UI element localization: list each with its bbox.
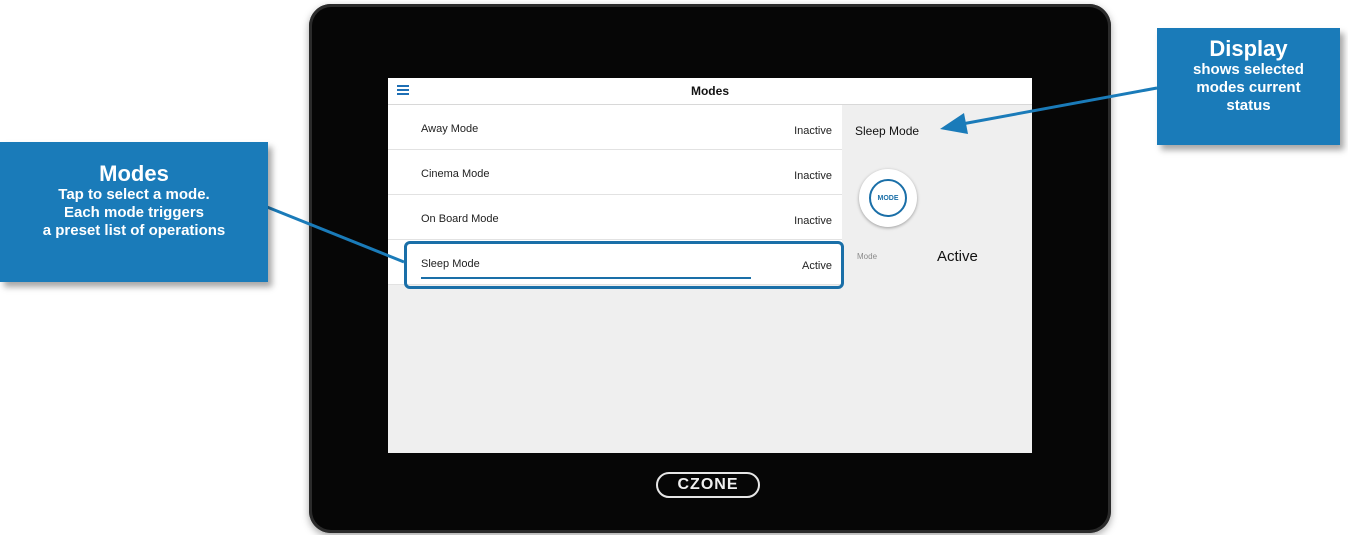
modes-connector-line [261,203,405,264]
modes-callout: Modes Tap to select a mode. Each mode tr… [0,142,268,282]
modes-callout-line: a preset list of operations [42,222,226,239]
modes-callout-line: Each mode triggers [63,204,205,221]
display-arrowhead-icon [940,113,968,134]
display-callout-title: Display [1209,36,1288,61]
display-callout: Display shows selected modes current sta… [1157,28,1340,145]
display-callout-line: shows selected [1193,61,1304,78]
modes-callout-title: Modes [99,161,169,186]
display-callout-line: modes current [1196,79,1301,96]
display-arrow-line [961,86,1158,126]
display-callout-line: status [1226,97,1271,114]
modes-callout-line: Tap to select a mode. [58,186,210,203]
